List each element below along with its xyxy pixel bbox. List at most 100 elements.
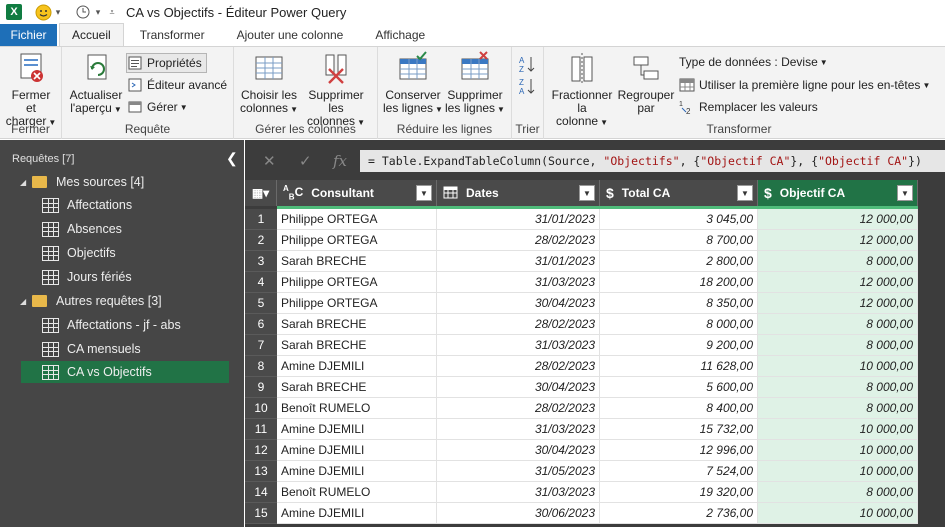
cell-date[interactable]: 31/03/2023: [437, 272, 600, 293]
cell-objectif-ca[interactable]: 12 000,00: [758, 230, 918, 251]
row-number[interactable]: 14: [245, 482, 277, 503]
cell-total-ca[interactable]: 8 700,00: [600, 230, 758, 251]
supprimer-colonnes-button[interactable]: Supprimer les colonnes ▼: [300, 51, 372, 129]
cell-date[interactable]: 30/06/2023: [437, 503, 600, 524]
row-number[interactable]: 15: [245, 503, 277, 524]
cell-consultant[interactable]: Philippe ORTEGA: [277, 272, 437, 293]
type-donnees-dropdown[interactable]: Type de données : Devise ▼: [679, 52, 828, 72]
cell-total-ca[interactable]: 19 320,00: [600, 482, 758, 503]
row-number[interactable]: 13: [245, 461, 277, 482]
cell-consultant[interactable]: Sarah BRECHE: [277, 335, 437, 356]
row-number[interactable]: 2: [245, 230, 277, 251]
cell-date[interactable]: 28/02/2023: [437, 356, 600, 377]
cell-consultant[interactable]: Amine DJEMILI: [277, 461, 437, 482]
cell-date[interactable]: 28/02/2023: [437, 398, 600, 419]
smiley-icon[interactable]: [34, 3, 52, 21]
cell-objectif-ca[interactable]: 12 000,00: [758, 272, 918, 293]
cancel-icon[interactable]: ✕: [263, 152, 276, 170]
cell-total-ca[interactable]: 8 000,00: [600, 314, 758, 335]
filter-dropdown-icon[interactable]: ▼: [737, 185, 753, 201]
chevron-down-icon[interactable]: ▾: [54, 7, 62, 18]
row-number[interactable]: 9: [245, 377, 277, 398]
cell-date[interactable]: 31/03/2023: [437, 335, 600, 356]
sort-ascending-button[interactable]: AZ: [519, 53, 539, 74]
cell-objectif-ca[interactable]: 8 000,00: [758, 251, 918, 272]
cell-consultant[interactable]: Amine DJEMILI: [277, 440, 437, 461]
gerer-button[interactable]: Gérer ▼: [127, 97, 188, 117]
remplacer-valeurs-button[interactable]: 12 Remplacer les valeurs: [679, 97, 818, 117]
cell-objectif-ca[interactable]: 8 000,00: [758, 482, 918, 503]
cell-total-ca[interactable]: 9 200,00: [600, 335, 758, 356]
tab-transformer[interactable]: Transformer: [128, 24, 217, 46]
row-number[interactable]: 7: [245, 335, 277, 356]
cell-total-ca[interactable]: 2 736,00: [600, 503, 758, 524]
row-number[interactable]: 12: [245, 440, 277, 461]
cell-total-ca[interactable]: 12 996,00: [600, 440, 758, 461]
row-number[interactable]: 6: [245, 314, 277, 335]
cell-objectif-ca[interactable]: 10 000,00: [758, 356, 918, 377]
filter-dropdown-icon[interactable]: ▼: [897, 185, 913, 201]
conserver-lignes-button[interactable]: Conserver les lignes ▼: [382, 51, 444, 116]
query-item-absences[interactable]: Absences: [42, 218, 122, 240]
cell-total-ca[interactable]: 7 524,00: [600, 461, 758, 482]
cell-date[interactable]: 31/01/2023: [437, 251, 600, 272]
query-item-affectations-jf-abs[interactable]: Affectations - jf - abs: [42, 314, 181, 336]
query-item-ca-mensuels[interactable]: CA mensuels: [42, 338, 141, 360]
tab-affichage[interactable]: Affichage: [363, 24, 437, 46]
cell-date[interactable]: 31/05/2023: [437, 461, 600, 482]
row-number[interactable]: 10: [245, 398, 277, 419]
column-header-total-ca[interactable]: $ Total CA ▼: [600, 180, 758, 206]
cell-total-ca[interactable]: 11 628,00: [600, 356, 758, 377]
fermer-charger-button[interactable]: Fermer et charger ▼: [6, 51, 56, 129]
cell-objectif-ca[interactable]: 10 000,00: [758, 440, 918, 461]
cell-total-ca[interactable]: 3 045,00: [600, 209, 758, 230]
premiere-ligne-button[interactable]: Utiliser la première ligne pour les en-t…: [679, 75, 930, 95]
cell-date[interactable]: 30/04/2023: [437, 377, 600, 398]
cell-objectif-ca[interactable]: 8 000,00: [758, 377, 918, 398]
customize-toolbar-icon[interactable]: ⩡: [108, 7, 116, 18]
cell-consultant[interactable]: Benoît RUMELO: [277, 398, 437, 419]
group-mes-sources[interactable]: ◢ Mes sources [4]: [20, 171, 144, 193]
function-icon[interactable]: fx: [333, 152, 347, 170]
group-autres-requetes[interactable]: ◢ Autres requêtes [3]: [20, 290, 162, 312]
clock-icon[interactable]: [74, 3, 92, 21]
proprietes-button[interactable]: Propriétés: [126, 53, 207, 73]
cell-objectif-ca[interactable]: 10 000,00: [758, 419, 918, 440]
row-number[interactable]: 11: [245, 419, 277, 440]
cell-objectif-ca[interactable]: 8 000,00: [758, 335, 918, 356]
editeur-avance-button[interactable]: Éditeur avancé: [127, 75, 227, 95]
column-header-dates[interactable]: Dates ▼: [437, 180, 600, 206]
supprimer-lignes-button[interactable]: Supprimer les lignes ▼: [444, 51, 506, 116]
cell-objectif-ca[interactable]: 8 000,00: [758, 314, 918, 335]
column-header-consultant[interactable]: ABC Consultant ▼: [277, 180, 437, 206]
cell-date[interactable]: 31/03/2023: [437, 419, 600, 440]
cell-consultant[interactable]: Benoît RUMELO: [277, 482, 437, 503]
chevron-down-icon[interactable]: ▾: [94, 7, 102, 18]
collapse-pane-icon[interactable]: ❮: [226, 150, 238, 167]
confirm-icon[interactable]: ✓: [299, 152, 312, 170]
cell-date[interactable]: 30/04/2023: [437, 293, 600, 314]
text-type-icon[interactable]: ABC: [283, 184, 303, 201]
cell-objectif-ca[interactable]: 10 000,00: [758, 461, 918, 482]
cell-consultant[interactable]: Philippe ORTEGA: [277, 230, 437, 251]
row-number[interactable]: 4: [245, 272, 277, 293]
cell-objectif-ca[interactable]: 12 000,00: [758, 293, 918, 314]
cell-total-ca[interactable]: 2 800,00: [600, 251, 758, 272]
cell-consultant[interactable]: Amine DJEMILI: [277, 503, 437, 524]
filter-dropdown-icon[interactable]: ▼: [416, 185, 432, 201]
sort-descending-button[interactable]: ZA: [519, 75, 539, 96]
cell-total-ca[interactable]: 8 350,00: [600, 293, 758, 314]
cell-consultant[interactable]: Sarah BRECHE: [277, 251, 437, 272]
choisir-colonnes-button[interactable]: Choisir les colonnes ▼: [238, 51, 300, 116]
fractionner-colonne-button[interactable]: Fractionner la colonne ▼: [550, 51, 614, 129]
calendar-type-icon[interactable]: [443, 185, 458, 202]
cell-consultant[interactable]: Philippe ORTEGA: [277, 209, 437, 230]
cell-date[interactable]: 31/03/2023: [437, 482, 600, 503]
currency-type-icon[interactable]: $: [606, 185, 614, 201]
cell-total-ca[interactable]: 5 600,00: [600, 377, 758, 398]
row-number[interactable]: 5: [245, 293, 277, 314]
row-number[interactable]: 3: [245, 251, 277, 272]
expand-triangle-icon[interactable]: ◢: [20, 178, 32, 187]
cell-date[interactable]: 28/02/2023: [437, 314, 600, 335]
tab-fichier[interactable]: Fichier: [0, 24, 57, 46]
